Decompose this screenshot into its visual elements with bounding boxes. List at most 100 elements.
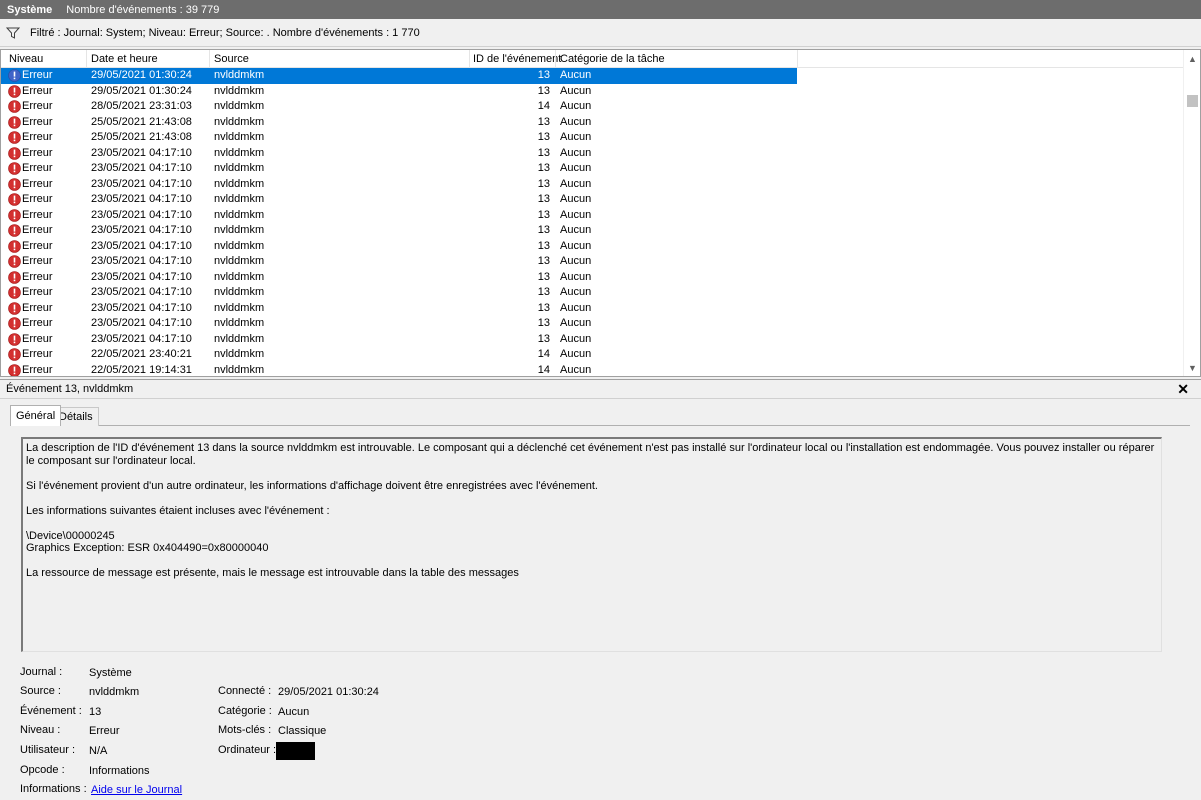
category-label: Catégorie : [218, 705, 272, 717]
cell-date: 25/05/2021 21:43:08 [91, 115, 192, 128]
cell-category: Aucun [560, 177, 592, 190]
table-row[interactable]: Erreur 23/05/2021 04:17:10 nvlddmkm 13 Aucun [1, 254, 1183, 270]
cell-date: 23/05/2021 04:17:10 [91, 224, 192, 236]
cell-category: Aucun [560, 224, 592, 236]
cell-level: Erreur [22, 162, 53, 174]
error-icon [8, 255, 21, 268]
filter-bar: Filtré : Journal: System; Niveau: Erreur… [0, 19, 1201, 47]
computer-value-redacted [276, 742, 315, 760]
cell-category: Aucun [560, 100, 592, 112]
error-icon-selected [8, 69, 21, 82]
table-row[interactable]: Erreur 23/05/2021 04:17:10 nvlddmkm 13 Aucun [1, 192, 1183, 208]
cell-level: Erreur [22, 177, 53, 190]
column-header-source[interactable]: Source [214, 53, 249, 65]
cell-category: Aucun [560, 69, 592, 81]
cell-category: Aucun [560, 286, 592, 298]
cell-level: Erreur [22, 348, 53, 360]
cell-event-id: 13 [537, 286, 550, 298]
scroll-up-icon[interactable]: ▲ [1184, 50, 1200, 67]
cell-date: 23/05/2021 04:17:10 [91, 208, 192, 221]
cell-source: nvlddmkm [214, 255, 265, 267]
scroll-down-icon[interactable]: ▼ [1184, 359, 1200, 376]
cell-level: Erreur [22, 332, 53, 345]
table-row[interactable]: Erreur 23/05/2021 04:17:10 nvlddmkm 13 Aucun [1, 146, 1183, 162]
table-row[interactable]: Erreur 23/05/2021 04:17:10 nvlddmkm 13 Aucun [1, 270, 1183, 286]
journal-label: Journal : [20, 666, 63, 678]
table-row[interactable]: Erreur 23/05/2021 04:17:10 nvlddmkm 13 Aucun [1, 332, 1183, 348]
table-row[interactable]: Erreur 23/05/2021 04:17:10 nvlddmkm 13 Aucun [1, 177, 1183, 193]
cell-source: nvlddmkm [214, 208, 265, 221]
column-header-event-id[interactable]: ID de l'événement [473, 53, 561, 65]
cell-category: Aucun [560, 270, 592, 283]
cell-category: Aucun [560, 115, 592, 128]
table-row[interactable]: Erreur 28/05/2021 23:31:03 nvlddmkm 14 Aucun [1, 99, 1183, 115]
error-icon [8, 84, 21, 98]
scroll-thumb[interactable] [1187, 95, 1198, 107]
log-title: Système [7, 3, 53, 16]
detail-header: Événement 13, nvlddmkm ✕ [0, 379, 1201, 399]
cell-source: nvlddmkm [214, 301, 265, 314]
cell-event-id: 14 [537, 100, 550, 112]
error-icon [8, 131, 21, 144]
vertical-scrollbar[interactable]: ▲ ▼ [1183, 50, 1200, 376]
table-row[interactable]: Erreur 25/05/2021 21:43:08 nvlddmkm 13 Aucun [1, 130, 1183, 146]
table-row[interactable]: Erreur 23/05/2021 04:17:10 nvlddmkm 13 Aucun [1, 239, 1183, 255]
close-icon[interactable]: ✕ [1177, 381, 1189, 398]
column-header-date[interactable]: Date et heure [91, 53, 158, 65]
detail-title: Événement 13, nvlddmkm [6, 383, 134, 395]
cell-level: Erreur [22, 208, 53, 221]
column-header-category[interactable]: Catégorie de la tâche [560, 53, 665, 65]
error-icon [8, 348, 21, 361]
cell-category: Aucun [560, 146, 592, 159]
cell-event-id: 13 [537, 162, 550, 174]
table-row[interactable]: Erreur 23/05/2021 04:17:10 nvlddmkm 13 Aucun [1, 316, 1183, 332]
event-label: Événement : [20, 705, 82, 717]
error-icon [8, 363, 21, 376]
category-value: Aucun [278, 706, 310, 718]
cell-event-id: 13 [537, 146, 550, 159]
cell-date: 23/05/2021 04:17:10 [91, 255, 192, 267]
cell-event-id: 13 [537, 317, 550, 329]
connected-label: Connecté : [218, 685, 272, 697]
table-row[interactable]: Erreur 29/05/2021 01:30:24 nvlddmkm 13 Aucun [1, 68, 797, 84]
cell-category: Aucun [560, 84, 592, 97]
keywords-label: Mots-clés : [218, 724, 272, 736]
cell-source: nvlddmkm [214, 363, 265, 376]
description-box[interactable]: La description de l'ID d'événement 13 da… [21, 437, 1162, 652]
cell-date: 23/05/2021 04:17:10 [91, 317, 192, 329]
level-value: Erreur [89, 725, 120, 737]
table-row[interactable]: Erreur 22/05/2021 19:14:31 nvlddmkm 14 Aucun [1, 363, 1183, 376]
cell-category: Aucun [560, 363, 592, 376]
table-row[interactable]: Erreur 23/05/2021 04:17:10 nvlddmkm 13 Aucun [1, 301, 1183, 317]
table-row[interactable]: Erreur 23/05/2021 04:17:10 nvlddmkm 13 Aucun [1, 208, 1183, 224]
tab-general[interactable]: Général [10, 405, 62, 426]
column-header-level[interactable]: Niveau [9, 53, 43, 65]
cell-category: Aucun [560, 317, 592, 329]
cell-source: nvlddmkm [214, 239, 265, 252]
cell-event-id: 13 [537, 301, 550, 314]
keywords-value: Classique [278, 725, 327, 737]
cell-level: Erreur [22, 193, 53, 205]
cell-level: Erreur [22, 363, 53, 376]
cell-level: Erreur [22, 224, 53, 236]
error-icon [8, 193, 21, 206]
description-line: Graphics Exception: ESR 0x404490=0x80000… [26, 542, 269, 554]
filter-text: Filtré : Journal: System; Niveau: Erreur… [30, 26, 420, 39]
table-row[interactable]: Erreur 25/05/2021 21:43:08 nvlddmkm 13 Aucun [1, 115, 1183, 131]
table-row[interactable]: Erreur 29/05/2021 01:30:24 nvlddmkm 13 Aucun [1, 84, 1183, 100]
cell-level: Erreur [22, 255, 53, 267]
table-row[interactable]: Erreur 23/05/2021 04:17:10 nvlddmkm 13 Aucun [1, 285, 1183, 301]
user-label: Utilisateur : [20, 744, 76, 756]
error-icon [8, 146, 21, 160]
cell-category: Aucun [560, 348, 592, 360]
error-icon [8, 332, 21, 346]
cell-source: nvlddmkm [214, 146, 265, 159]
description-line: \Device\00000245 [26, 529, 115, 542]
journal-help-link[interactable]: Aide sur le Journal [91, 784, 182, 796]
cell-date: 25/05/2021 21:43:08 [91, 131, 192, 143]
table-row[interactable]: Erreur 22/05/2021 23:40:21 nvlddmkm 14 Aucun [1, 347, 1183, 363]
error-icon [8, 270, 21, 284]
table-row[interactable]: Erreur 23/05/2021 04:17:10 nvlddmkm 13 Aucun [1, 161, 1183, 177]
table-row[interactable]: Erreur 23/05/2021 04:17:10 nvlddmkm 13 Aucun [1, 223, 1183, 239]
cell-category: Aucun [560, 301, 592, 314]
